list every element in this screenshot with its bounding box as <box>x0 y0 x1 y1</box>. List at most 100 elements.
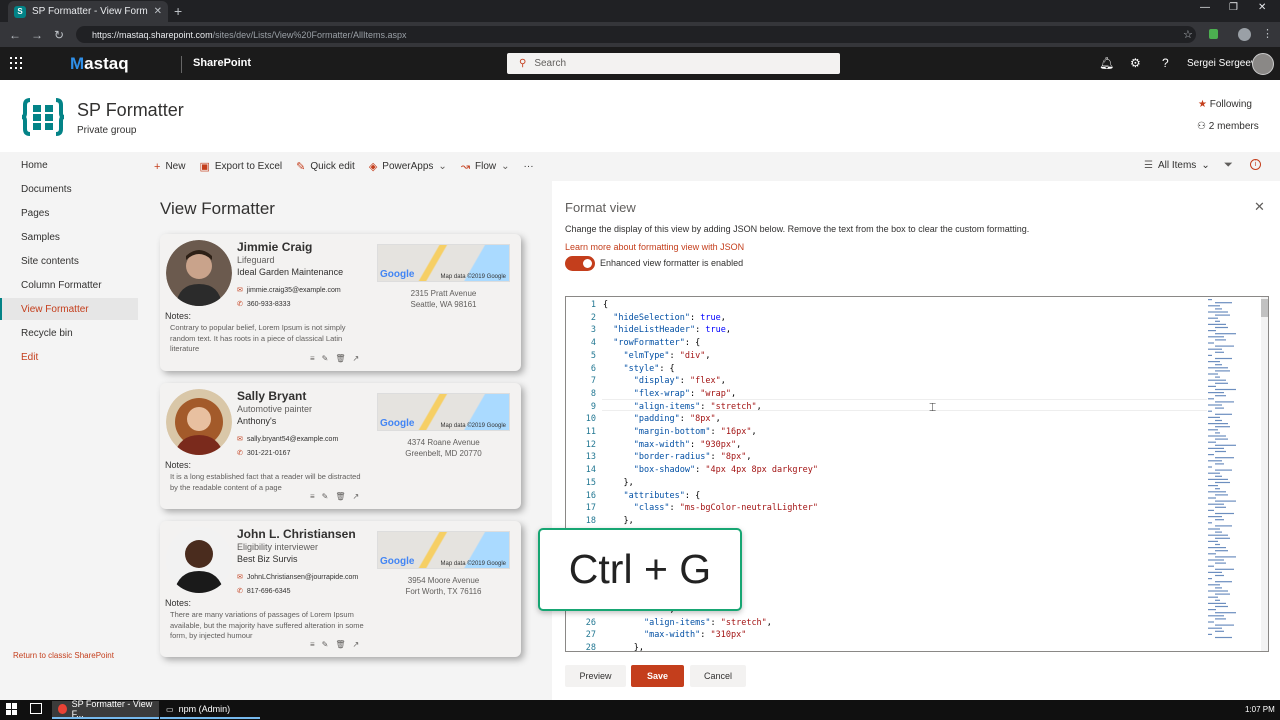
card[interactable]: John L. Christiansen Eligibility intervi… <box>160 521 521 657</box>
close-window-icon[interactable]: ✕ <box>1258 2 1266 13</box>
card[interactable]: Jimmie Craig Lifeguard Ideal Garden Main… <box>160 234 521 371</box>
powerapps-icon: ◈ <box>368 161 378 173</box>
site-logo-icon[interactable] <box>22 96 64 138</box>
code-line: "max-width": "930px", <box>633 439 742 450</box>
nav-item-column-formatter[interactable]: Column Formatter <box>21 280 102 291</box>
card-map[interactable]: Google Map data ©2019 Google <box>377 244 510 282</box>
nav-item-site-contents[interactable]: Site contents <box>21 256 79 267</box>
card-actions[interactable]: ≡✎🗑︎↗ <box>310 354 366 363</box>
card-notes: It is a long established fact that a rea… <box>170 472 361 492</box>
minimize-icon[interactable]: — <box>1200 2 1210 13</box>
minimap-line <box>1215 357 1232 360</box>
minimap-line <box>1215 512 1234 515</box>
help-icon[interactable]: ? <box>1162 56 1169 70</box>
minimap-line <box>1208 311 1228 313</box>
card-phone[interactable]: ✆ 360-933-8333 <box>237 300 290 308</box>
forward-icon[interactable]: → <box>26 28 48 42</box>
nav-edit-link[interactable]: Edit <box>21 352 38 363</box>
minimap-line <box>1215 488 1220 490</box>
task-view-icon[interactable] <box>30 703 42 714</box>
card-map[interactable]: Google Map data ©2019 Google <box>377 393 510 431</box>
card-map[interactable]: Google Map data ©2019 Google <box>377 531 510 569</box>
chrome-icon <box>58 704 67 714</box>
powerapps-button[interactable]: ◈ PowerApps ⌄ <box>369 160 447 173</box>
learn-more-link[interactable]: Learn more about formatting view with JS… <box>565 242 744 252</box>
card-actions[interactable]: ≡✎🗑︎↗ <box>310 492 366 501</box>
minimap-line <box>1208 559 1224 561</box>
list-scrollbar[interactable] <box>542 181 552 700</box>
chevron-down-icon: ⌄ <box>501 161 510 172</box>
preview-button[interactable]: Preview <box>565 665 626 687</box>
nav-item-recycle-bin[interactable]: Recycle bin <box>21 328 73 339</box>
user-name[interactable]: Sergei Sergeev <box>1187 58 1256 69</box>
nav-item-documents[interactable]: Documents <box>21 184 72 195</box>
flow-button[interactable]: ↝ Flow ⌄ <box>461 160 510 173</box>
tenant-logo[interactable]: Mastaq <box>70 54 129 74</box>
new-tab-icon[interactable]: + <box>174 3 182 19</box>
windows-start-icon[interactable] <box>6 703 18 715</box>
minimap-line <box>1215 308 1222 310</box>
chrome-menu-icon[interactable]: ⋮ <box>1262 27 1273 40</box>
site-header <box>0 80 1280 152</box>
follow-button[interactable]: ★ Following <box>1198 99 1252 110</box>
card-email[interactable]: ✉ jimmie.craig35@example.com <box>237 286 341 294</box>
sharepoint-app-link[interactable]: SharePoint <box>193 57 251 69</box>
return-classic-link[interactable]: Return to classic SharePoint <box>13 651 114 660</box>
card-job-title: Automotive painter <box>237 404 313 414</box>
card-phone[interactable]: ✆ 817-696-6345 <box>237 587 290 595</box>
card-phone[interactable]: ✆ 301-221-0167 <box>237 449 290 457</box>
reload-icon[interactable]: ↻ <box>48 28 70 42</box>
line-number: 26 <box>585 617 596 628</box>
quick-edit-button[interactable]: ✎ Quick edit <box>296 160 355 173</box>
minimap-line <box>1208 547 1226 549</box>
taskbar-chrome-button[interactable]: SP Formatter - View F... <box>52 699 159 719</box>
card-email[interactable]: ✉ sally.bryant54@example.com <box>237 435 338 443</box>
back-icon[interactable]: ← <box>4 28 26 42</box>
profile-icon[interactable] <box>1238 28 1251 41</box>
site-title[interactable]: SP Formatter <box>77 100 184 121</box>
info-icon[interactable]: i <box>1250 159 1261 170</box>
taskbar-npm-button[interactable]: ▭ npm (Admin) <box>160 701 260 719</box>
mail-icon: ✉ <box>237 436 243 443</box>
cancel-button[interactable]: Cancel <box>690 665 746 687</box>
minimap-line <box>1208 367 1228 369</box>
notifications-bell-icon[interactable]: 🔔︎ <box>1099 56 1114 70</box>
settings-gear-icon[interactable]: ⚙ <box>1130 56 1141 70</box>
editor-scroll-thumb[interactable] <box>1261 299 1268 317</box>
close-icon[interactable]: ✕ <box>1254 199 1265 215</box>
bookmark-star-icon[interactable]: ☆ <box>1183 28 1193 41</box>
card-actions[interactable]: ≡✎🗑︎↗ <box>310 640 366 649</box>
code-minimap[interactable] <box>1206 297 1262 651</box>
save-button[interactable]: Save <box>631 665 684 687</box>
nav-item-home[interactable]: Home <box>21 160 48 171</box>
code-line: "max-width": "310px" <box>643 630 747 641</box>
nav-item-pages[interactable]: Pages <box>21 208 49 219</box>
more-commands-button[interactable]: ··· <box>524 161 534 172</box>
minimap-line <box>1215 574 1224 577</box>
browser-tab[interactable]: S SP Formatter - View Formatter - ✕ <box>8 1 168 22</box>
extension-icon[interactable] <box>1209 29 1218 39</box>
enhanced-formatter-toggle[interactable] <box>565 256 595 271</box>
close-tab-icon[interactable]: ✕ <box>154 6 162 17</box>
nav-item-view-formatter[interactable]: View Formatter <box>21 304 89 315</box>
code-line: "class": "ms-bgColor-neutralLighter" <box>633 503 818 514</box>
editor-scrollbar[interactable] <box>1261 297 1268 651</box>
app-launcher-icon[interactable] <box>10 57 22 69</box>
view-selector[interactable]: ☰ All Items ⌄ <box>1144 160 1210 171</box>
search-box[interactable]: ⚲ Search <box>507 53 840 74</box>
avatar[interactable] <box>1252 53 1274 75</box>
url-field[interactable]: https://mastaq.sharepoint.com/sites/dev/… <box>76 26 1196 43</box>
members-button[interactable]: ⚇ 2 members <box>1197 121 1259 132</box>
export-to-excel-button[interactable]: ▣ Export to Excel <box>199 160 282 173</box>
new-button[interactable]: + New <box>154 161 185 173</box>
minimap-line <box>1215 587 1222 589</box>
line-number: 3 <box>590 325 596 336</box>
card-email[interactable]: ✉ JohnLChristiansen@jourrapide.com <box>237 573 358 581</box>
nav-item-samples[interactable]: Samples <box>21 232 60 243</box>
minimap-line <box>1215 506 1226 508</box>
code-line: }, <box>603 515 634 526</box>
card[interactable]: Sally Bryant Automotive painter Anthony'… <box>160 383 521 509</box>
minimap-line <box>1215 326 1228 329</box>
maximize-icon[interactable]: ❐ <box>1229 2 1238 13</box>
filter-icon[interactable]: ⏷ <box>1224 159 1233 172</box>
